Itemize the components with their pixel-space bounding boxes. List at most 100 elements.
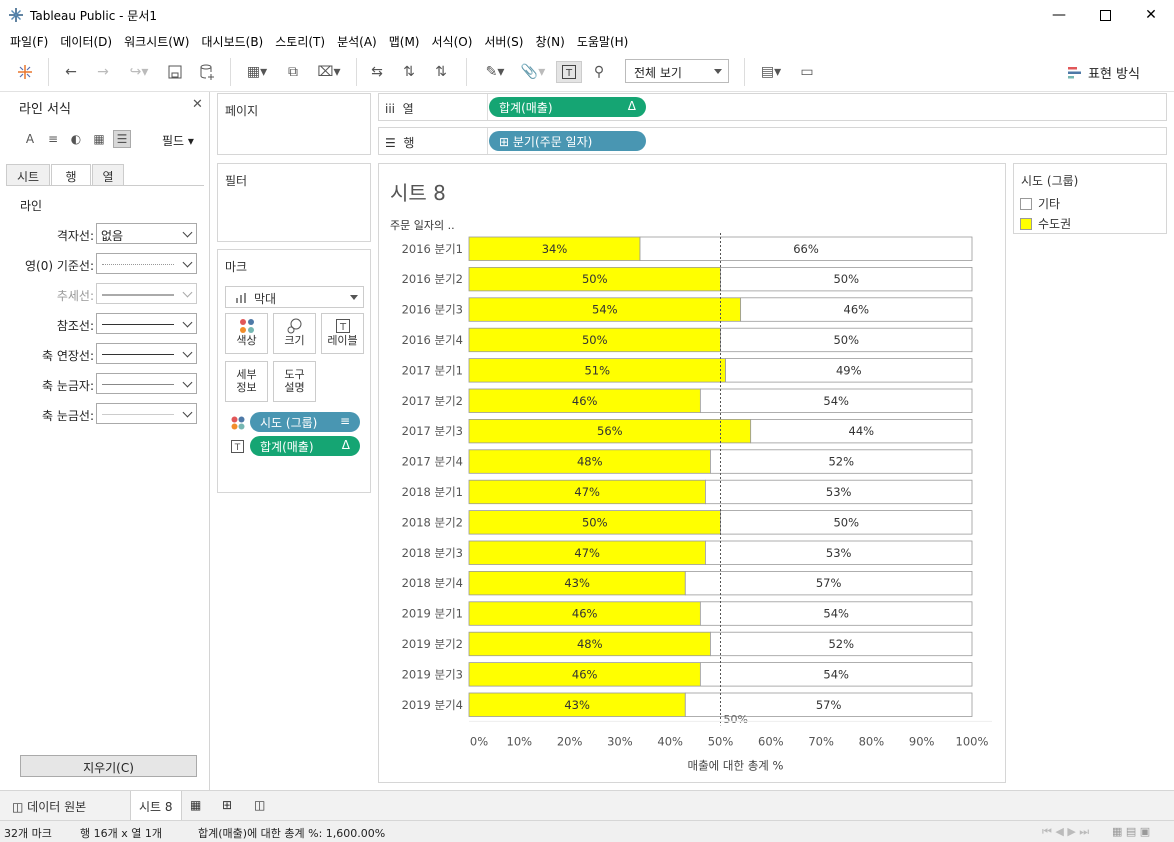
zero-line-dropdown[interactable]: [96, 253, 197, 274]
show-cards-button[interactable]: ▤▾: [754, 61, 788, 83]
color-button[interactable]: 색상: [225, 313, 268, 354]
fix-axes-button[interactable]: ⚲: [588, 61, 610, 83]
rows-quarter-pill[interactable]: ⊞ 분기(주문 일자): [489, 131, 646, 151]
sort-descending-button[interactable]: ⇅: [430, 61, 452, 83]
format-alignment-button[interactable]: ≡: [44, 130, 62, 148]
row-label: 2018 분기1: [402, 485, 463, 499]
tab-rows[interactable]: 행: [51, 164, 91, 186]
legend-item-other[interactable]: 기타: [1020, 195, 1060, 212]
trend-line-row: 추세선:: [0, 283, 210, 307]
sheet-tab-sheet8[interactable]: 시트 8: [130, 791, 182, 820]
undo-button[interactable]: ←: [60, 61, 82, 83]
fields-dropdown[interactable]: 필드 ▾: [162, 132, 194, 149]
grid-lines-dropdown[interactable]: 없음: [96, 223, 197, 244]
pages-card-title: 페이지: [225, 104, 259, 118]
tooltip-button[interactable]: 도구 설명: [273, 361, 316, 402]
maximize-button[interactable]: [1082, 0, 1128, 30]
svg-text:T: T: [234, 443, 241, 453]
format-borders-button[interactable]: ▦: [90, 130, 108, 148]
new-story-tab-button[interactable]: ◫: [246, 791, 273, 820]
rows-shelf[interactable]: ☰ 행 ⊞ 분기(주문 일자): [378, 127, 1167, 155]
minimize-button[interactable]: —: [1036, 0, 1082, 30]
bar-value-label: 50%: [582, 515, 608, 529]
close-format-pane-button[interactable]: ✕: [192, 97, 203, 112]
redo-button[interactable]: →: [92, 61, 114, 83]
new-story-icon: ◫: [254, 798, 266, 812]
bar-value-label: 53%: [826, 546, 852, 560]
data-source-tab[interactable]: ◫ 데이터 원본: [4, 791, 94, 820]
new-worksheet-tab-button[interactable]: ▦: [182, 791, 209, 820]
axis-gridlines-dropdown[interactable]: [96, 403, 197, 424]
menu-dashboard[interactable]: 대시보드(B): [195, 33, 269, 50]
detail-button[interactable]: 세부 정보: [225, 361, 268, 402]
reference-line-dropdown[interactable]: [96, 313, 197, 334]
columns-sales-pill[interactable]: 합계(매출) Δ: [489, 97, 646, 117]
axis-rulers-dropdown[interactable]: [96, 343, 197, 364]
sales-sum-pill[interactable]: 합계(매출) Δ: [250, 436, 360, 456]
bar-value-label: 50%: [833, 272, 859, 286]
replay-button[interactable]: ↪▾: [122, 61, 156, 83]
show-me-button[interactable]: 표현 방식: [1068, 63, 1140, 82]
format-shading-button[interactable]: ◐: [67, 130, 85, 148]
presentation-mode-button[interactable]: ▭: [796, 61, 818, 83]
region-group-pill[interactable]: 시도 (그룹) ≡: [250, 412, 360, 432]
data-source-tab-label: 데이터 원본: [27, 800, 87, 814]
save-button[interactable]: [164, 61, 186, 83]
trend-line-dropdown[interactable]: [96, 283, 197, 304]
group-members-button[interactable]: 📎▾: [516, 61, 550, 83]
format-font-button[interactable]: A: [21, 130, 39, 148]
new-datasource-button[interactable]: [196, 61, 218, 83]
sales-sum-pill-label: 합계(매출): [260, 440, 314, 454]
pages-card[interactable]: 페이지: [217, 93, 371, 155]
menu-format[interactable]: 서식(O): [426, 33, 479, 50]
new-worksheet-button[interactable]: ▦▾: [240, 61, 274, 83]
close-window-button[interactable]: ✕: [1128, 0, 1174, 30]
x-tick-label: 80%: [859, 734, 885, 748]
axis-ticks-dropdown[interactable]: [96, 373, 197, 394]
menu-map[interactable]: 맵(M): [383, 33, 426, 50]
label-button[interactable]: T 레이블: [321, 313, 364, 354]
menu-worksheet[interactable]: 워크시트(W): [118, 33, 195, 50]
fit-view-select[interactable]: 전체 보기: [625, 59, 729, 83]
bar-value-label: 44%: [849, 424, 875, 438]
size-button[interactable]: 크기: [273, 313, 316, 354]
chevron-down-icon: [182, 227, 193, 238]
bar-value-label: 48%: [577, 455, 603, 469]
text-label-icon: T: [562, 65, 576, 79]
show-mark-labels-button[interactable]: T: [556, 61, 582, 83]
menu-data[interactable]: 데이터(D): [54, 33, 118, 50]
filters-card[interactable]: 필터: [217, 163, 371, 242]
menu-analysis[interactable]: 분석(A): [331, 33, 383, 50]
new-dashboard-tab-button[interactable]: ⊞: [214, 791, 240, 820]
menu-server[interactable]: 서버(S): [478, 33, 529, 50]
x-tick-label: 70%: [808, 734, 834, 748]
legend-item-capital-region[interactable]: 수도권: [1020, 215, 1071, 232]
alignment-icon: ≡: [47, 132, 59, 146]
format-pane: 라인 서식 ✕ A ≡ ◐ ▦ ☰ 필드 ▾ 시트 행 열 라인 격자선: 없음…: [0, 92, 210, 790]
line-style-swatch: [102, 324, 174, 325]
menu-help[interactable]: 도움말(H): [571, 33, 635, 50]
sort-ascending-button[interactable]: ⇅: [398, 61, 420, 83]
view-mode-icons[interactable]: ▦ ▤ ▣: [1112, 825, 1150, 838]
tab-sheet[interactable]: 시트: [6, 164, 50, 186]
clear-button[interactable]: 지우기(C): [20, 755, 197, 777]
tableau-home-button[interactable]: [14, 61, 36, 83]
mark-type-dropdown[interactable]: 막대: [225, 286, 364, 308]
region-group-pill-label: 시도 (그룹): [260, 416, 318, 430]
menu-file[interactable]: 파일(F): [4, 33, 54, 50]
chevron-down-icon: [182, 377, 193, 388]
chevron-down-icon: [182, 287, 193, 298]
duplicate-sheet-button[interactable]: ⧉: [282, 61, 304, 83]
format-lines-button[interactable]: ☰: [113, 130, 131, 148]
swap-rows-columns-button[interactable]: ⇆: [366, 61, 388, 83]
row-label: 2018 분기3: [402, 546, 463, 560]
columns-shelf[interactable]: iii 열 합계(매출) Δ: [378, 93, 1167, 121]
x-tick-label: 10%: [507, 734, 533, 748]
highlight-button[interactable]: ✎▾: [478, 61, 512, 83]
chevron-down-icon: [182, 257, 193, 268]
menu-window[interactable]: 창(N): [529, 33, 570, 50]
sheet-nav-icons[interactable]: ⏮ ◀ ▶ ⏭: [1042, 825, 1089, 839]
menu-story[interactable]: 스토리(T): [269, 33, 331, 50]
tab-columns[interactable]: 열: [92, 164, 124, 186]
clear-sheet-button[interactable]: ⌧▾: [312, 61, 346, 83]
